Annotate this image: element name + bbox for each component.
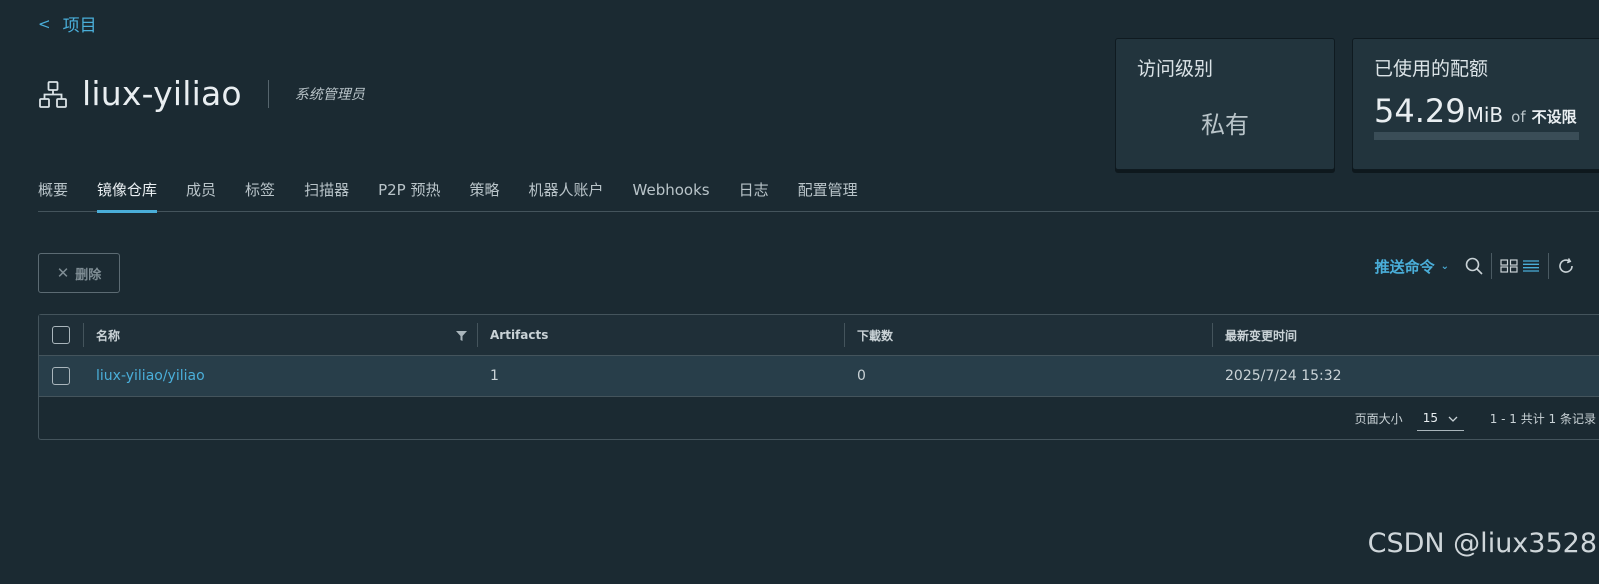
page-size-value: 15 [1422, 411, 1438, 425]
tab-p2p-preheat[interactable]: P2P 预热 [378, 180, 440, 212]
page-size-label: 页面大小 [1354, 412, 1403, 426]
back-to-projects-link[interactable]: < 项目 [38, 11, 97, 37]
page-size-select[interactable]: 15 [1416, 407, 1464, 431]
tab-members[interactable]: 成员 [186, 180, 216, 212]
tab-policy[interactable]: 策略 [469, 180, 499, 212]
push-command-dropdown[interactable]: 推送命令 ⌄ [1375, 256, 1449, 277]
chevron-down-icon [1448, 411, 1458, 425]
back-link-label: 项目 [62, 16, 97, 36]
column-header-downloads[interactable]: 下載数 [844, 315, 1212, 355]
quota-usage: 54.29 MiB of 不设限 [1374, 92, 1577, 130]
table-footer: 页面大小 15 1 - 1 共计 1 条记录 [39, 397, 1599, 440]
cell-name: liux-yiliao/yiliao [83, 356, 477, 396]
quota-limit: 不设限 [1531, 108, 1577, 126]
tab-labels[interactable]: 标签 [245, 180, 275, 212]
cell-updated: 2025/7/24 15:32 [1225, 368, 1342, 384]
quota-card: 已使用的配额 54.29 MiB of 不设限 [1352, 38, 1599, 170]
repository-table: 名称 Artifacts 下載数 最新变更时间 liux-yiliao/yili… [38, 314, 1599, 440]
quota-unit: MiB [1466, 103, 1504, 127]
list-view-icon[interactable] [1520, 255, 1542, 277]
column-header-artifacts[interactable]: Artifacts [477, 315, 844, 355]
tab-repositories[interactable]: 镜像仓库 [97, 180, 158, 213]
card-view-icon[interactable] [1498, 255, 1520, 277]
cell-artifacts: 1 [490, 368, 499, 384]
chevron-left-icon: < [38, 14, 51, 33]
tab-configuration[interactable]: 配置管理 [798, 180, 858, 212]
column-header-name[interactable]: 名称 [83, 315, 477, 355]
project-icon [39, 80, 67, 108]
quota-title: 已使用的配额 [1374, 58, 1489, 80]
access-level-value: 私有 [1201, 111, 1249, 139]
header-divider [267, 79, 269, 108]
quota-of-label: of [1511, 108, 1526, 126]
toolbar-divider [1491, 253, 1492, 279]
column-header-name-label: 名称 [96, 328, 121, 343]
tab-webhooks[interactable]: Webhooks [633, 180, 710, 212]
select-all-cell [39, 315, 83, 355]
repository-link[interactable]: liux-yiliao/yiliao [96, 368, 205, 384]
push-command-label: 推送命令 [1374, 257, 1435, 276]
watermark: CSDN @liux3528 [1367, 528, 1597, 559]
select-all-checkbox[interactable] [52, 326, 70, 344]
repo-toolbar: 推送命令 ⌄ [1375, 252, 1577, 280]
chevron-down-icon: ⌄ [1440, 260, 1449, 272]
table-row[interactable]: liux-yiliao/yiliao 1 0 2025/7/24 15:32 [39, 356, 1599, 397]
search-icon[interactable] [1463, 255, 1485, 277]
cell-downloads: 0 [857, 368, 866, 384]
quota-progress-bar [1374, 132, 1579, 140]
project-name: liux-yiliao [82, 74, 242, 113]
tab-logs[interactable]: 日志 [739, 180, 769, 212]
filter-icon[interactable] [456, 330, 467, 344]
close-icon: ✕ [56, 264, 70, 282]
project-tabs: 概要 镜像仓库 成员 标签 扫描器 P2P 预热 策略 机器人账户 Webhoo… [38, 180, 1599, 213]
tab-summary[interactable]: 概要 [38, 180, 68, 212]
quota-used-value: 54.29 [1374, 92, 1466, 130]
toolbar-divider [1548, 253, 1549, 279]
project-role: 系统管理员 [294, 86, 365, 103]
delete-button-label: 删除 [75, 267, 102, 283]
harbor-project-page: < 项目 liux-yiliao 系统管理员 访问级别 私有 已使用的配额 54… [0, 0, 1599, 584]
row-select-cell [39, 356, 83, 396]
column-header-updated[interactable]: 最新变更时间 [1212, 315, 1599, 355]
row-checkbox[interactable] [52, 367, 70, 385]
access-level-title: 访问级别 [1137, 58, 1214, 80]
pagination-range: 1 - 1 共计 1 条记录 [1489, 412, 1596, 426]
access-level-card: 访问级别 私有 [1115, 38, 1335, 170]
delete-button[interactable]: ✕ 删除 [38, 253, 120, 293]
project-header: liux-yiliao 系统管理员 [38, 74, 365, 113]
refresh-icon[interactable] [1555, 255, 1577, 277]
table-header: 名称 Artifacts 下載数 最新变更时间 [39, 315, 1599, 356]
tab-scanner[interactable]: 扫描器 [304, 180, 349, 212]
tab-robot-accounts[interactable]: 机器人账户 [529, 180, 604, 212]
